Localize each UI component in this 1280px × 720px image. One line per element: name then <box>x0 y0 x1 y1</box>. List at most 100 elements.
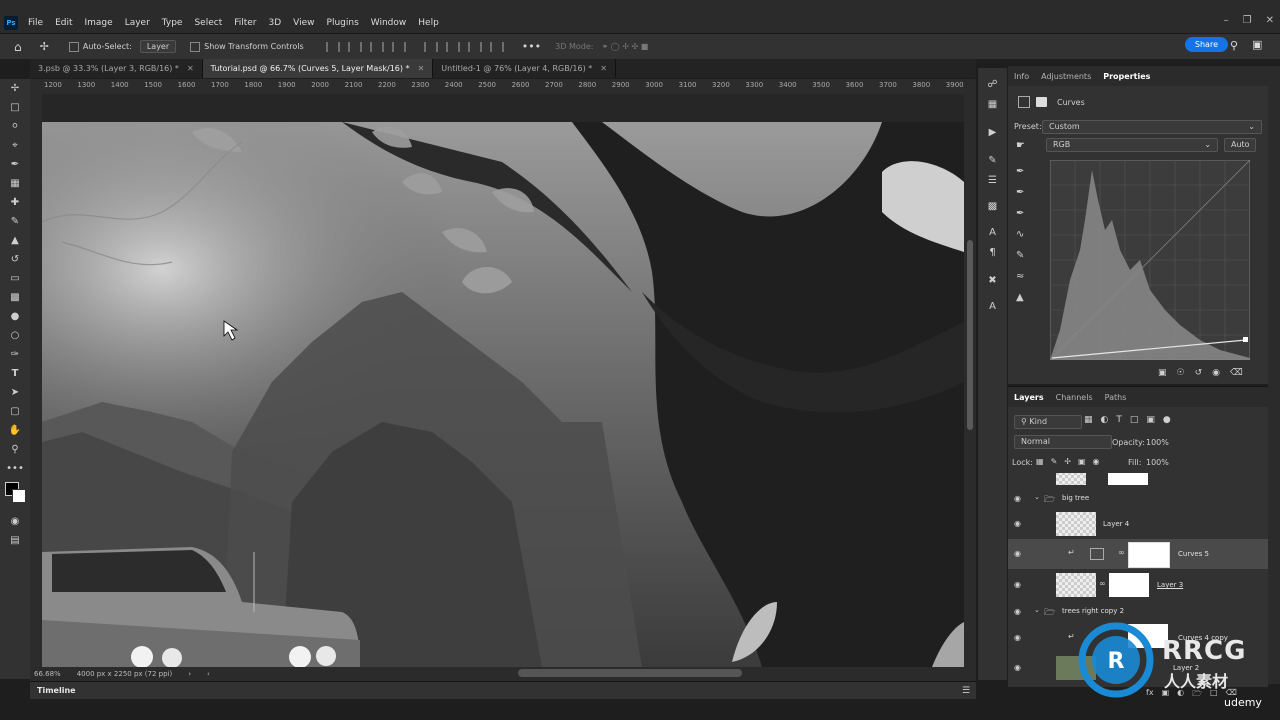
channel-dropdown[interactable]: RGB ⌄ <box>1046 138 1218 152</box>
pencil-icon[interactable]: ✎ <box>1016 250 1024 261</box>
home-icon[interactable]: ⌂ <box>14 40 22 54</box>
eye-icon[interactable]: ◉ <box>1014 494 1026 503</box>
paragraph-panel-icon[interactable]: ¶ <box>978 242 1007 262</box>
tab-info[interactable]: Info <box>1008 72 1035 81</box>
chevron-down-icon[interactable]: ⌄ <box>1034 606 1040 614</box>
tab-paths[interactable]: Paths <box>1099 393 1133 402</box>
layer-name[interactable]: trees right copy 2 <box>1062 607 1124 615</box>
eye-icon[interactable]: ◉ <box>1014 607 1026 616</box>
filter-toggle-icon[interactable]: ● <box>1163 415 1171 425</box>
filter-shape-icon[interactable]: □ <box>1130 415 1139 425</box>
filter-type-icon[interactable]: T <box>1116 415 1122 425</box>
smooth-icon[interactable]: ≈ <box>1016 271 1024 282</box>
more-tools-icon[interactable]: ••• <box>0 459 30 478</box>
eyedropper-gray-icon[interactable]: ✒ <box>1016 187 1024 198</box>
tools-cross-icon[interactable]: ✖ <box>978 270 1007 290</box>
align-center-icon[interactable] <box>347 41 362 52</box>
eyedropper-white-icon[interactable]: ✒ <box>1016 208 1024 219</box>
close-icon[interactable]: ✕ <box>418 64 425 73</box>
target-adjust-icon[interactable]: ☛ <box>1016 140 1025 151</box>
zoom-tool-icon[interactable]: ⚲ <box>0 440 30 459</box>
close-icon[interactable]: ✕ <box>1266 15 1274 26</box>
layer-row-partial[interactable] <box>1008 473 1268 485</box>
brushes-panel-icon[interactable]: ✎ <box>978 150 1007 170</box>
right-scrollbar[interactable] <box>1268 66 1280 684</box>
fill-value[interactable]: 100% <box>1146 458 1169 467</box>
filter-kind-dropdown[interactable]: ⚲ Kind <box>1014 415 1082 429</box>
history-brush-icon[interactable]: ↺ <box>0 250 30 269</box>
align-right-icon[interactable] <box>369 41 384 52</box>
menu-image[interactable]: Image <box>79 18 119 28</box>
horizontal-scroll-thumb[interactable] <box>518 669 742 677</box>
layer-row-selected[interactable]: ◉ ↵ ∞ Curves 5 <box>1008 539 1268 569</box>
layer-name[interactable]: Layer 3 <box>1157 581 1183 589</box>
blend-mode-dropdown[interactable]: Normal <box>1014 435 1112 449</box>
link-icon[interactable]: ∞ <box>1118 548 1125 557</box>
auto-button[interactable]: Auto <box>1224 138 1256 152</box>
curves-graph[interactable] <box>1050 160 1250 360</box>
gradient-tool-icon[interactable]: ▩ <box>0 288 30 307</box>
filter-pixel-icon[interactable]: ▦ <box>1084 415 1093 425</box>
eye-icon[interactable]: ◉ <box>1014 663 1026 672</box>
menu-edit[interactable]: Edit <box>49 18 78 28</box>
play-actions-icon[interactable]: ▶ <box>978 122 1007 142</box>
tab-channels[interactable]: Channels <box>1050 393 1099 402</box>
clip-to-layer-icon[interactable]: ▣ <box>1158 368 1167 378</box>
lock-all-icon[interactable]: ◉ <box>1093 457 1100 466</box>
align-top-icon[interactable] <box>423 41 438 52</box>
layer-mask-icon[interactable] <box>1036 97 1047 107</box>
menu-view[interactable]: View <box>287 18 320 28</box>
search-icon[interactable]: ⚲ <box>1230 39 1238 52</box>
auto-select-dropdown[interactable]: Layer <box>139 40 177 53</box>
layer-name[interactable]: big tree <box>1062 494 1089 502</box>
document-artwork[interactable] <box>42 122 964 667</box>
filter-smart-icon[interactable]: ▣ <box>1146 415 1155 425</box>
align-bottom-icon[interactable] <box>467 41 482 52</box>
marquee-tool-icon[interactable]: □ <box>0 98 30 117</box>
chevron-down-icon[interactable]: ⌄ <box>1034 493 1040 501</box>
distribute-vertical-icon[interactable] <box>489 41 504 52</box>
menu-3d[interactable]: 3D <box>263 18 288 28</box>
lock-image-icon[interactable]: ✎ <box>1051 457 1058 466</box>
align-left-icon[interactable] <box>325 41 340 52</box>
workspace-icon[interactable]: ▣ <box>1252 38 1262 51</box>
minimize-icon[interactable]: – <box>1224 15 1229 26</box>
visibility-icon[interactable]: ◉ <box>1212 368 1220 378</box>
brush-tool-icon[interactable]: ✎ <box>0 212 30 231</box>
menu-help[interactable]: Help <box>412 18 445 28</box>
tab-adjustments[interactable]: Adjustments <box>1035 72 1097 81</box>
curve-edit-icon[interactable]: ∿ <box>1016 229 1024 240</box>
healing-tool-icon[interactable]: ✚ <box>0 193 30 212</box>
clipping-warning-icon[interactable]: ▲ <box>1016 292 1024 303</box>
preset-dropdown[interactable]: Custom ⌄ <box>1042 120 1262 134</box>
transform-controls-checkbox[interactable] <box>190 41 201 52</box>
panel-menu-icon[interactable]: ☰ <box>962 686 970 696</box>
layer-name[interactable]: Layer 4 <box>1103 520 1129 528</box>
screen-mode-icon[interactable]: ▤ <box>0 531 30 550</box>
lock-position-icon[interactable]: ✢ <box>1064 457 1071 466</box>
lock-artboard-icon[interactable]: ▣ <box>1078 457 1086 466</box>
blur-tool-icon[interactable]: ● <box>0 307 30 326</box>
menu-select[interactable]: Select <box>188 18 228 28</box>
menu-layer[interactable]: Layer <box>119 18 156 28</box>
eyedropper-tool-icon[interactable]: ✒ <box>0 155 30 174</box>
glyphs-panel-icon[interactable]: A <box>978 296 1007 316</box>
tab-tutorial-psd[interactable]: Tutorial.psd @ 66.7% (Curves 5, Layer Ma… <box>202 59 434 78</box>
zoom-level[interactable]: 66.68% <box>34 670 61 678</box>
dodge-tool-icon[interactable]: ○ <box>0 326 30 345</box>
menu-filter[interactable]: Filter <box>228 18 262 28</box>
link-icon[interactable]: ∞ <box>1099 579 1106 588</box>
menu-file[interactable]: File <box>22 18 49 28</box>
menu-plugins[interactable]: Plugins <box>321 18 365 28</box>
menu-window[interactable]: Window <box>365 18 413 28</box>
close-icon[interactable]: ✕ <box>600 64 607 73</box>
chevron-right-icon[interactable]: › <box>188 670 191 678</box>
quick-mask-icon[interactable]: ◉ <box>0 512 30 531</box>
rectangle-tool-icon[interactable]: ▢ <box>0 402 30 421</box>
color-swatches-icon[interactable] <box>0 478 30 512</box>
restore-icon[interactable]: ❐ <box>1243 15 1252 26</box>
pen-tool-icon[interactable]: ✑ <box>0 345 30 364</box>
canvas-area[interactable] <box>42 94 964 667</box>
layer-mask-thumbnail[interactable] <box>1128 542 1170 568</box>
eye-icon[interactable]: ◉ <box>1014 580 1026 589</box>
